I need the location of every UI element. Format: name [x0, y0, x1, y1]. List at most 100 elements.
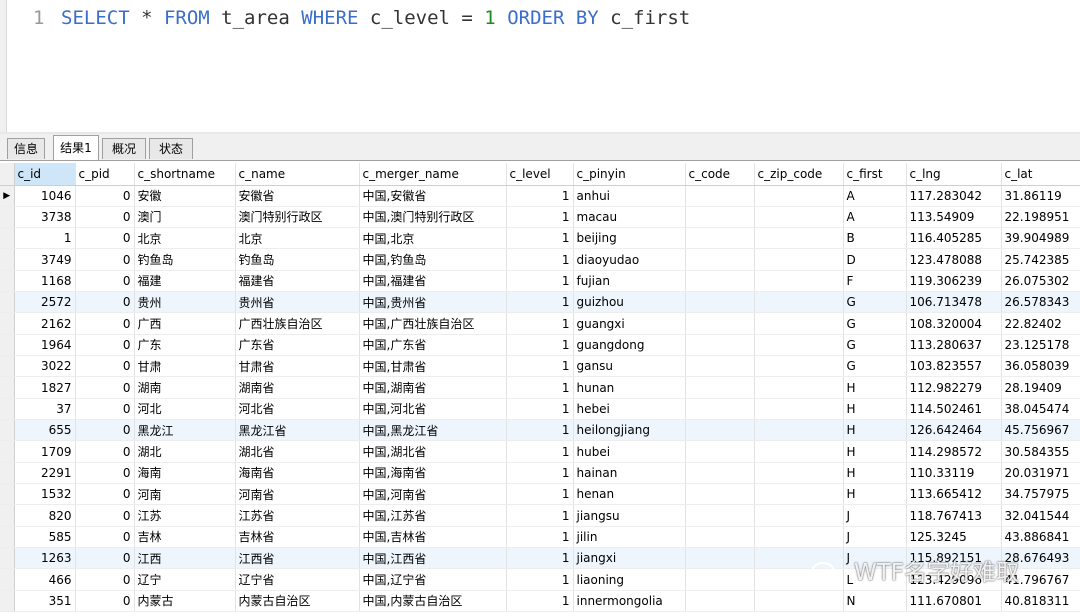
row-indicator[interactable]: [0, 398, 15, 421]
cell-c-name[interactable]: 河南省: [235, 483, 360, 506]
cell-c-merger-name[interactable]: 中国,吉林省: [359, 526, 507, 549]
cell-c-pid[interactable]: 0: [75, 270, 135, 293]
cell-c-id[interactable]: 2291: [14, 462, 76, 485]
cell-c-lng[interactable]: 125.3245: [906, 526, 1002, 549]
row-indicator[interactable]: [0, 334, 15, 357]
cell-c-lng[interactable]: 119.306239: [906, 270, 1002, 293]
cell-c-zip-code[interactable]: [754, 270, 844, 293]
row-indicator[interactable]: [0, 206, 15, 229]
cell-c-pid[interactable]: 0: [75, 419, 135, 442]
cell-c-merger-name[interactable]: 中国,辽宁省: [359, 568, 507, 591]
cell-c-shortname[interactable]: 钓鱼岛: [134, 248, 236, 271]
column-header-c-lat[interactable]: c_lat: [1001, 163, 1080, 186]
cell-c-lat[interactable]: 38.045474: [1001, 398, 1080, 421]
cell-c-first[interactable]: G: [843, 334, 907, 357]
cell-c-lat[interactable]: 40.818311: [1001, 590, 1080, 613]
cell-c-first[interactable]: G: [843, 291, 907, 314]
cell-c-lat[interactable]: 32.041544: [1001, 504, 1080, 527]
cell-c-pid[interactable]: 0: [75, 526, 135, 549]
cell-c-code[interactable]: [685, 568, 755, 591]
cell-c-level[interactable]: 1: [506, 526, 574, 549]
cell-c-pinyin[interactable]: liaoning: [573, 568, 686, 591]
cell-c-pid[interactable]: 0: [75, 291, 135, 314]
table-row[interactable]: 1964 0 广东 广东省 中国,广东省 1 guangdong G 113.280637 23.…: [0, 334, 1080, 357]
cell-c-code[interactable]: [685, 526, 755, 549]
cell-c-pinyin[interactable]: heilongjiang: [573, 419, 686, 442]
cell-c-pid[interactable]: 0: [75, 590, 135, 613]
cell-c-name[interactable]: 湖南省: [235, 376, 360, 399]
cell-c-first[interactable]: H: [843, 398, 907, 421]
cell-c-pinyin[interactable]: gansu: [573, 355, 686, 378]
cell-c-lng[interactable]: 114.298572: [906, 440, 1002, 463]
cell-c-merger-name[interactable]: 中国,澳门特别行政区: [359, 206, 507, 229]
cell-c-lng[interactable]: 118.767413: [906, 504, 1002, 527]
cell-c-shortname[interactable]: 甘肃: [134, 355, 236, 378]
cell-c-shortname[interactable]: 福建: [134, 270, 236, 293]
cell-c-code[interactable]: [685, 334, 755, 357]
cell-c-zip-code[interactable]: [754, 590, 844, 613]
cell-c-id[interactable]: 466: [14, 568, 76, 591]
cell-c-pid[interactable]: 0: [75, 312, 135, 335]
cell-c-pinyin[interactable]: hubei: [573, 440, 686, 463]
cell-c-first[interactable]: H: [843, 462, 907, 485]
cell-c-lat[interactable]: 45.756967: [1001, 419, 1080, 442]
cell-c-zip-code[interactable]: [754, 398, 844, 421]
column-header-c-shortname[interactable]: c_shortname: [134, 163, 236, 186]
cell-c-first[interactable]: A: [843, 206, 907, 229]
row-indicator[interactable]: [0, 590, 15, 613]
tab-overview[interactable]: 概况: [102, 138, 146, 159]
table-row[interactable]: ▶ 1046 0 安徽 安徽省 中国,安徽省 1 anhui A 117.283042 31.861…: [0, 185, 1080, 207]
table-row[interactable]: 1709 0 湖北 湖北省 中国,湖北省 1 hubei H 114.298572 30.5843…: [0, 440, 1080, 463]
cell-c-level[interactable]: 1: [506, 504, 574, 527]
cell-c-code[interactable]: [685, 462, 755, 485]
cell-c-lat[interactable]: 25.742385: [1001, 248, 1080, 271]
row-indicator[interactable]: [0, 462, 15, 485]
cell-c-id[interactable]: 1: [14, 227, 76, 250]
cell-c-first[interactable]: H: [843, 440, 907, 463]
tab-status[interactable]: 状态: [149, 138, 193, 159]
table-row[interactable]: 2291 0 海南 海南省 中国,海南省 1 hainan H 110.33119 20.0319…: [0, 462, 1080, 485]
cell-c-lat[interactable]: 34.757975: [1001, 483, 1080, 506]
cell-c-pinyin[interactable]: guangxi: [573, 312, 686, 335]
cell-c-merger-name[interactable]: 中国,江苏省: [359, 504, 507, 527]
column-header-c-first[interactable]: c_first: [843, 163, 907, 186]
cell-c-lng[interactable]: 113.280637: [906, 334, 1002, 357]
cell-c-code[interactable]: [685, 483, 755, 506]
cell-c-lat[interactable]: 43.886841: [1001, 526, 1080, 549]
cell-c-zip-code[interactable]: [754, 248, 844, 271]
table-row[interactable]: 3738 0 澳门 澳门特别行政区 中国,澳门特别行政区 1 macau A 113.54909…: [0, 206, 1080, 229]
cell-c-pinyin[interactable]: hunan: [573, 376, 686, 399]
cell-c-lng[interactable]: 123.478088: [906, 248, 1002, 271]
row-indicator[interactable]: [0, 440, 15, 463]
cell-c-lng[interactable]: 113.54909: [906, 206, 1002, 229]
cell-c-level[interactable]: 1: [506, 547, 574, 570]
cell-c-pid[interactable]: 0: [75, 547, 135, 570]
cell-c-shortname[interactable]: 海南: [134, 462, 236, 485]
cell-c-name[interactable]: 北京: [235, 227, 360, 250]
cell-c-pid[interactable]: 0: [75, 227, 135, 250]
cell-c-zip-code[interactable]: [754, 312, 844, 335]
cell-c-merger-name[interactable]: 中国,广东省: [359, 334, 507, 357]
row-indicator[interactable]: ▶: [0, 185, 15, 207]
cell-c-merger-name[interactable]: 中国,内蒙古自治区: [359, 590, 507, 613]
cell-c-lat[interactable]: 31.86119: [1001, 185, 1080, 207]
cell-c-name[interactable]: 甘肃省: [235, 355, 360, 378]
row-indicator[interactable]: [0, 483, 15, 506]
cell-c-code[interactable]: [685, 376, 755, 399]
table-row[interactable]: 37 0 河北 河北省 中国,河北省 1 hebei H 114.502461 38.045474: [0, 398, 1080, 421]
row-indicator[interactable]: [0, 291, 15, 314]
cell-c-id[interactable]: 3749: [14, 248, 76, 271]
cell-c-lat[interactable]: 30.584355: [1001, 440, 1080, 463]
sql-query[interactable]: SELECT * FROM t_area WHERE c_level = 1 O…: [61, 7, 690, 29]
cell-c-name[interactable]: 黑龙江省: [235, 419, 360, 442]
cell-c-pid[interactable]: 0: [75, 248, 135, 271]
row-indicator[interactable]: [0, 568, 15, 591]
cell-c-level[interactable]: 1: [506, 312, 574, 335]
cell-c-level[interactable]: 1: [506, 355, 574, 378]
cell-c-zip-code[interactable]: [754, 462, 844, 485]
row-indicator[interactable]: [0, 227, 15, 250]
cell-c-level[interactable]: 1: [506, 398, 574, 421]
cell-c-zip-code[interactable]: [754, 291, 844, 314]
column-header-c-zip-code[interactable]: c_zip_code: [754, 163, 844, 186]
cell-c-zip-code[interactable]: [754, 440, 844, 463]
